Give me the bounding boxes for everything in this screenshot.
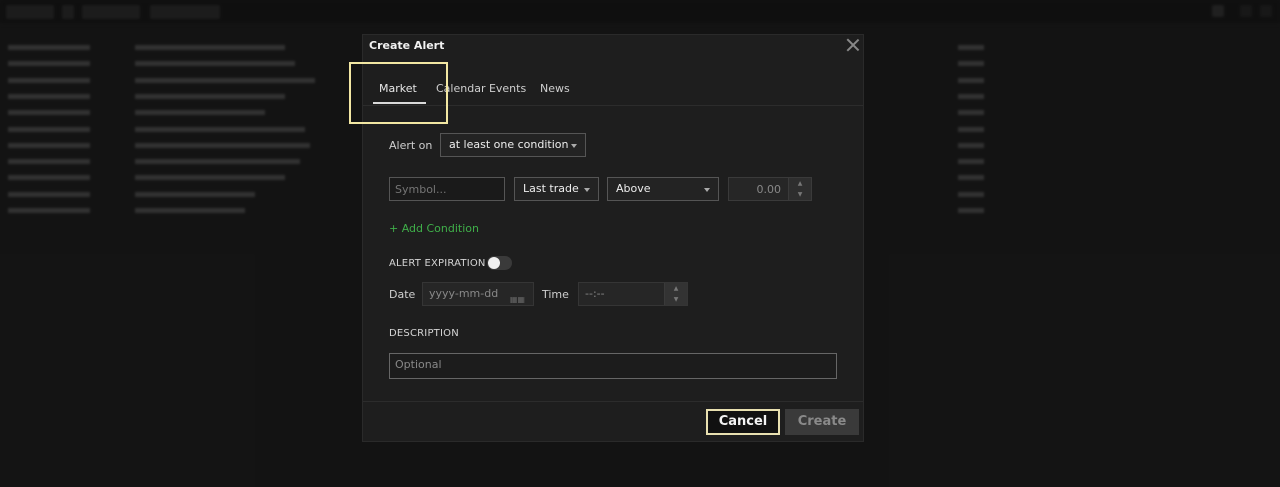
dialog-header: Create Alert	[363, 35, 863, 57]
dialog-title: Create Alert	[369, 39, 445, 52]
operator-value: Above	[616, 182, 651, 195]
time-increment-button[interactable]: ▲	[664, 283, 687, 294]
date-input[interactable]: yyyy-mm-dd ▦▦	[422, 282, 534, 306]
toggle-knob	[488, 257, 500, 269]
alert-expiration-toggle[interactable]	[487, 256, 512, 270]
time-decrement-button[interactable]: ▼	[664, 294, 687, 305]
threshold-value: 0.00	[756, 183, 782, 196]
close-icon[interactable]	[846, 38, 860, 52]
create-button[interactable]: Create	[785, 409, 859, 435]
alert-on-value: at least one condition	[449, 138, 569, 151]
chevron-down-icon	[704, 188, 710, 192]
create-alert-dialog: Create Alert Market Calendar Events News…	[349, 34, 864, 442]
date-placeholder: yyyy-mm-dd	[429, 287, 499, 300]
alert-on-label: Alert on	[389, 139, 433, 152]
calendar-icon[interactable]: ▦▦	[510, 289, 525, 311]
alert-expiration-label: ALERT EXPIRATION	[389, 258, 486, 269]
field-select[interactable]: Last trade	[514, 177, 599, 201]
field-value: Last trade	[523, 182, 579, 195]
add-condition-link[interactable]: + Add Condition	[389, 222, 479, 235]
increment-button[interactable]: ▲	[788, 178, 811, 189]
alert-on-select[interactable]: at least one condition	[440, 133, 586, 157]
tab-market[interactable]: Market	[379, 82, 417, 95]
active-tab-indicator	[373, 102, 426, 104]
time-input[interactable]: --:-- ▲ ▼	[578, 282, 688, 306]
time-label: Time	[542, 288, 569, 301]
chevron-down-icon	[584, 188, 590, 192]
tab-news[interactable]: News	[540, 82, 570, 95]
description-placeholder: Optional	[395, 358, 442, 371]
tab-calendar-events[interactable]: Calendar Events	[436, 82, 526, 95]
cancel-button[interactable]: Cancel	[706, 409, 780, 435]
threshold-input[interactable]: 0.00 ▲ ▼	[728, 177, 812, 201]
chevron-down-icon	[571, 144, 577, 148]
symbol-input[interactable]	[389, 177, 505, 201]
description-label: DESCRIPTION	[389, 328, 459, 339]
footer-divider	[363, 401, 863, 402]
decrement-button[interactable]: ▼	[788, 189, 811, 200]
time-placeholder: --:--	[585, 287, 605, 300]
operator-select[interactable]: Above	[607, 177, 719, 201]
date-label: Date	[389, 288, 416, 301]
alert-type-tabs: Market Calendar Events News	[363, 71, 863, 106]
description-input[interactable]: Optional	[389, 353, 837, 379]
